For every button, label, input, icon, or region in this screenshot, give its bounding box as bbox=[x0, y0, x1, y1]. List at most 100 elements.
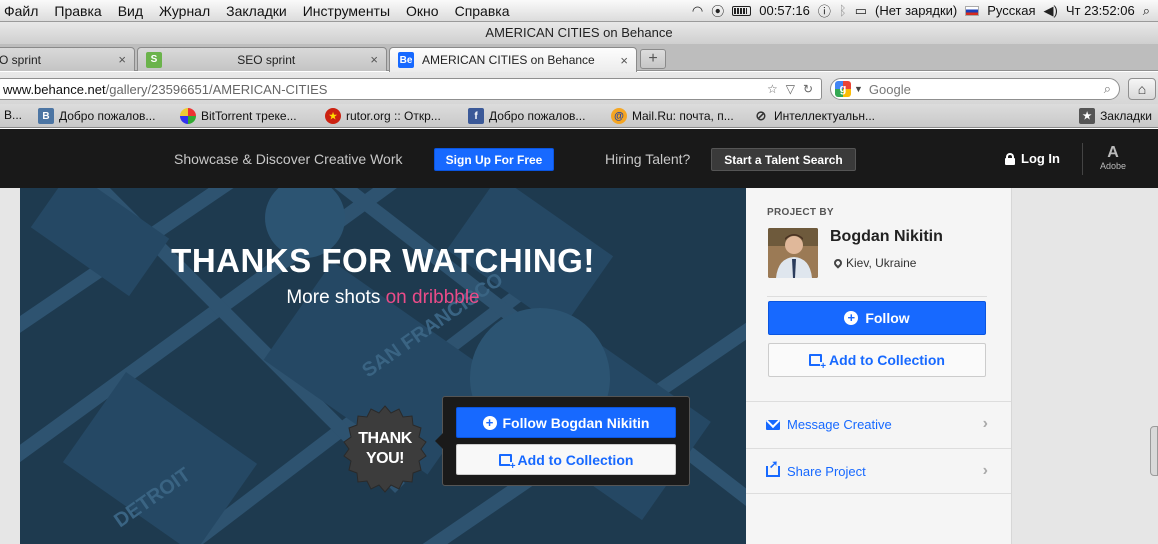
tab-label: AMERICAN CITIES on Behance bbox=[422, 53, 595, 67]
popup-follow-button[interactable]: + Follow Bogdan Nikitin bbox=[456, 407, 676, 438]
url-tools: ☆ ▽ ↻ bbox=[767, 82, 821, 96]
close-icon[interactable]: × bbox=[370, 52, 378, 67]
menu-bar-clock[interactable]: Чт 23:52:06 bbox=[1066, 3, 1135, 18]
share-project-label: Share Project bbox=[787, 463, 866, 479]
tab-label: O sprint bbox=[0, 52, 42, 67]
alert-icon[interactable]: ⓘ bbox=[818, 1, 831, 20]
close-icon[interactable]: × bbox=[118, 52, 126, 67]
talent-search-button[interactable]: Start a Talent Search bbox=[711, 148, 856, 171]
facebook-icon: f bbox=[468, 108, 484, 124]
menu-view[interactable]: Вид bbox=[110, 3, 151, 19]
popup-collection-label: Add to Collection bbox=[517, 451, 634, 468]
battery-time[interactable]: 00:57:16 bbox=[759, 3, 810, 18]
bookmark-item-rutor[interactable]: ★ rutor.org :: Откр... bbox=[325, 108, 441, 124]
sidebar-divider bbox=[767, 296, 987, 297]
login-label: Log In bbox=[1021, 151, 1060, 166]
behance-favicon-icon: Be bbox=[398, 52, 414, 68]
bookmark-item-mailru[interactable]: @ Mail.Ru: почта, п... bbox=[611, 108, 734, 124]
search-input[interactable]: g ▼ Google ⌕ bbox=[830, 78, 1120, 100]
bookmark-item-1[interactable]: В... bbox=[4, 108, 22, 122]
wifi-icon[interactable]: ◠ bbox=[692, 3, 703, 19]
share-project-link[interactable]: Share Project › bbox=[746, 448, 1011, 494]
bookmark-item-bittorrent[interactable]: BitTorrent треке... bbox=[180, 108, 297, 124]
chevron-down-icon[interactable]: ▼ bbox=[854, 84, 863, 94]
menu-edit[interactable]: Правка bbox=[46, 3, 109, 19]
owner-name[interactable]: Bogdan Nikitin bbox=[830, 228, 943, 246]
search-icon[interactable]: ⌕ bbox=[1104, 81, 1111, 97]
message-creative-link[interactable]: Message Creative › bbox=[746, 401, 1011, 447]
badge-line-1: THANK bbox=[358, 430, 412, 447]
menu-history[interactable]: Журнал bbox=[151, 3, 218, 19]
menu-bar-status-area: ◠ ⦿ 00:57:16 ⓘ ᛒ ▭ (Нет зарядки) Русская… bbox=[692, 1, 1158, 20]
google-icon[interactable]: g bbox=[835, 81, 851, 97]
search-placeholder: Google bbox=[868, 81, 911, 97]
bookmark-label: BitTorrent треке... bbox=[201, 109, 297, 123]
mailru-icon: @ bbox=[611, 108, 627, 124]
bookmark-item-facebook[interactable]: f Добро пожалов... bbox=[468, 108, 585, 124]
badge-text: THANK YOU! bbox=[340, 429, 430, 469]
bookmark-label: Интеллектуальн... bbox=[774, 109, 876, 123]
bookmark-star-icon[interactable]: ☆ bbox=[767, 82, 778, 96]
navigation-bar: www.behance.net/gallery/23596651/AMERICA… bbox=[0, 72, 1158, 104]
dropdown-chevron-icon[interactable]: ▽ bbox=[786, 82, 795, 96]
collection-label: Add to Collection bbox=[829, 352, 945, 368]
tab-o-sprint[interactable]: O sprint × bbox=[0, 47, 135, 71]
more-shots-line: More shots on dribbble bbox=[158, 287, 608, 309]
reload-icon[interactable]: ↻ bbox=[803, 82, 813, 96]
scrollbar-thumb[interactable] bbox=[1150, 426, 1158, 476]
follow-button[interactable]: + Follow bbox=[768, 301, 986, 335]
menu-file[interactable]: Файл bbox=[0, 3, 46, 19]
sign-up-button[interactable]: Sign Up For Free bbox=[434, 148, 554, 171]
add-to-collection-button[interactable]: Add to Collection bbox=[768, 343, 986, 377]
rutor-star-icon: ★ bbox=[325, 108, 341, 124]
new-tab-button[interactable]: + bbox=[640, 49, 666, 69]
menu-window[interactable]: Окно bbox=[398, 3, 447, 19]
owner-location: Kiev, Ukraine bbox=[832, 256, 917, 270]
plus-circle-icon: + bbox=[844, 311, 859, 325]
paperclip-icon: ⊘ bbox=[755, 108, 767, 123]
bookmarks-menu-label: Закладки bbox=[1100, 109, 1152, 123]
tab-bar: O sprint × S SEO sprint × Be AMERICAN CI… bbox=[0, 44, 1158, 72]
adobe-logo[interactable]: A Adobe bbox=[1095, 145, 1131, 172]
bluetooth-icon[interactable]: ᛒ bbox=[839, 3, 847, 18]
russian-flag-icon bbox=[965, 5, 980, 16]
input-language[interactable]: Русская bbox=[987, 3, 1035, 18]
project-page: SAN FRANCISCO DETROIT THANKS FOR WATCHIN… bbox=[0, 188, 1158, 544]
volume-icon[interactable]: ◀) bbox=[1044, 3, 1058, 19]
url-input[interactable]: www.behance.net/gallery/23596651/AMERICA… bbox=[0, 78, 822, 100]
bookmark-item-vk[interactable]: B Добро пожалов... bbox=[38, 108, 155, 124]
header-divider bbox=[1082, 143, 1083, 175]
login-link[interactable]: Log In bbox=[1005, 151, 1060, 166]
project-artwork: SAN FRANCISCO DETROIT THANKS FOR WATCHIN… bbox=[20, 188, 746, 544]
popup-follow-label: Follow Bogdan Nikitin bbox=[502, 414, 650, 431]
header-tagline: Showcase & Discover Creative Work bbox=[174, 151, 403, 167]
thanks-title: THANKS FOR WATCHING! bbox=[171, 242, 595, 279]
home-button[interactable]: ⌂ bbox=[1128, 78, 1156, 100]
spotlight-icon[interactable]: ⌕ bbox=[1143, 3, 1150, 19]
avatar-portrait bbox=[768, 228, 818, 278]
follow-popup: + Follow Bogdan Nikitin Add to Collectio… bbox=[435, 396, 690, 486]
envelope-icon bbox=[766, 419, 780, 430]
dribbble-link[interactable]: on dribbble bbox=[386, 287, 480, 308]
menu-bookmarks[interactable]: Закладки bbox=[218, 3, 295, 19]
popup-add-to-collection-button[interactable]: Add to Collection bbox=[456, 444, 676, 475]
accessibility-icon[interactable]: ⦿ bbox=[711, 1, 724, 20]
seo-sprint-favicon-icon: S bbox=[146, 51, 162, 68]
url-host: www.behance.net bbox=[3, 81, 106, 97]
power-status[interactable]: (Нет зарядки) bbox=[875, 3, 957, 18]
bookmark-item-intellect[interactable]: ⊘ Интеллектуальн... bbox=[753, 108, 875, 124]
tab-american-cities[interactable]: Be AMERICAN CITIES on Behance × bbox=[389, 47, 637, 72]
badge-line-2: YOU! bbox=[366, 450, 405, 467]
owner-location-text: Kiev, Ukraine bbox=[846, 256, 917, 270]
bookmarks-menu-button[interactable]: ★ Закладки bbox=[1079, 108, 1152, 124]
battery-icon[interactable] bbox=[732, 5, 752, 16]
hiring-talent-text: Hiring Talent? bbox=[605, 151, 691, 167]
project-sidebar: PROJECT BY Bogdan Nikitin Kiev, Ukraine … bbox=[746, 188, 1012, 544]
avatar[interactable] bbox=[768, 228, 818, 278]
menu-tools[interactable]: Инструменты bbox=[295, 3, 398, 19]
thank-you-badge: THANK YOU! bbox=[340, 404, 430, 494]
tab-seo-sprint[interactable]: S SEO sprint × bbox=[137, 47, 387, 71]
close-icon[interactable]: × bbox=[620, 53, 628, 68]
bookmark-label: Добро пожалов... bbox=[489, 109, 586, 123]
menu-help[interactable]: Справка bbox=[447, 3, 518, 19]
